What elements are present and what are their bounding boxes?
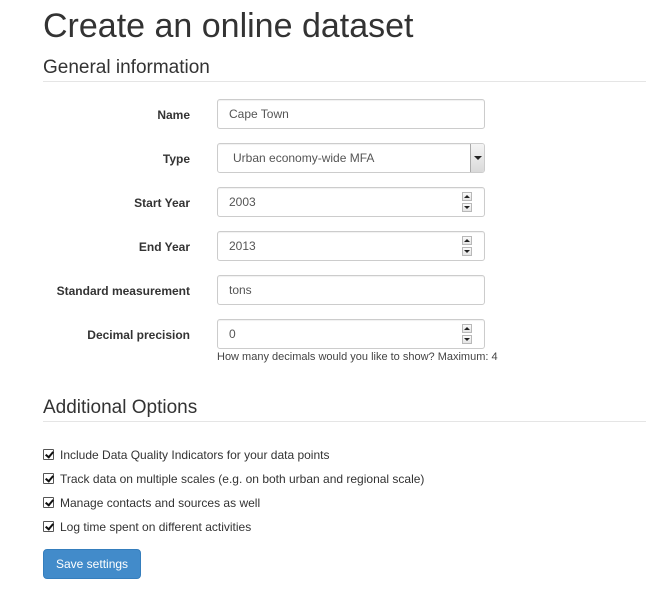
option-label: Log time spent on different activities bbox=[60, 520, 252, 534]
section-title-general: General information bbox=[43, 57, 210, 78]
start-year-spinner[interactable] bbox=[462, 192, 472, 212]
checkbox-checked-icon[interactable] bbox=[43, 473, 54, 484]
decimal-precision-label: Decimal precision bbox=[87, 328, 190, 342]
form-row-type: Type Urban economy-wide MFA bbox=[0, 143, 646, 175]
save-settings-button[interactable]: Save settings bbox=[43, 549, 142, 579]
spinner-down-icon[interactable] bbox=[462, 203, 472, 212]
checkbox-checked-icon[interactable] bbox=[43, 449, 54, 460]
form-row-decimal-precision: Decimal precision 0 bbox=[0, 319, 646, 351]
end-year-input[interactable]: 2013 bbox=[217, 231, 485, 261]
start-year-value: 2003 bbox=[229, 195, 256, 209]
option-label: Track data on multiple scales (e.g. on b… bbox=[60, 472, 425, 486]
form-row-name: Name bbox=[0, 99, 646, 131]
start-year-input[interactable]: 2003 bbox=[217, 187, 485, 217]
page-title: Create an online dataset bbox=[43, 7, 414, 45]
section-title-additional: Additional Options bbox=[43, 397, 198, 418]
decimal-precision-help: How many decimals would you like to show… bbox=[217, 351, 498, 363]
checkbox-checked-icon[interactable] bbox=[43, 497, 54, 508]
spinner-up-icon[interactable] bbox=[462, 324, 472, 333]
option-label: Include Data Quality Indicators for your… bbox=[60, 448, 330, 462]
end-year-value: 2013 bbox=[229, 239, 256, 253]
section-divider bbox=[43, 421, 646, 422]
checkbox-checked-icon[interactable] bbox=[43, 521, 54, 532]
section-divider bbox=[43, 81, 646, 82]
type-label: Type bbox=[162, 152, 190, 166]
spinner-down-icon[interactable] bbox=[462, 335, 472, 344]
form-row-start-year: Start Year 2003 bbox=[0, 187, 646, 219]
decimal-precision-input[interactable]: 0 bbox=[217, 319, 485, 349]
dropdown-arrow-icon[interactable] bbox=[470, 144, 484, 172]
end-year-spinner[interactable] bbox=[462, 236, 472, 256]
name-label: Name bbox=[157, 108, 190, 122]
standard-measurement-input[interactable] bbox=[217, 275, 485, 305]
name-input[interactable] bbox=[217, 99, 485, 129]
spinner-up-icon[interactable] bbox=[462, 236, 472, 245]
form-row-end-year: End Year 2013 bbox=[0, 231, 646, 263]
decimal-precision-value: 0 bbox=[229, 327, 236, 341]
type-select[interactable]: Urban economy-wide MFA bbox=[217, 143, 485, 173]
decimal-precision-spinner[interactable] bbox=[462, 324, 472, 344]
start-year-label: Start Year bbox=[134, 196, 190, 210]
spinner-down-icon[interactable] bbox=[462, 247, 472, 256]
option-label: Manage contacts and sources as well bbox=[60, 496, 261, 510]
standard-measurement-label: Standard measurement bbox=[56, 284, 190, 298]
type-selected-value: Urban economy-wide MFA bbox=[233, 151, 375, 165]
form-row-standard-measurement: Standard measurement bbox=[0, 275, 646, 307]
end-year-label: End Year bbox=[138, 240, 190, 254]
spinner-up-icon[interactable] bbox=[462, 192, 472, 201]
